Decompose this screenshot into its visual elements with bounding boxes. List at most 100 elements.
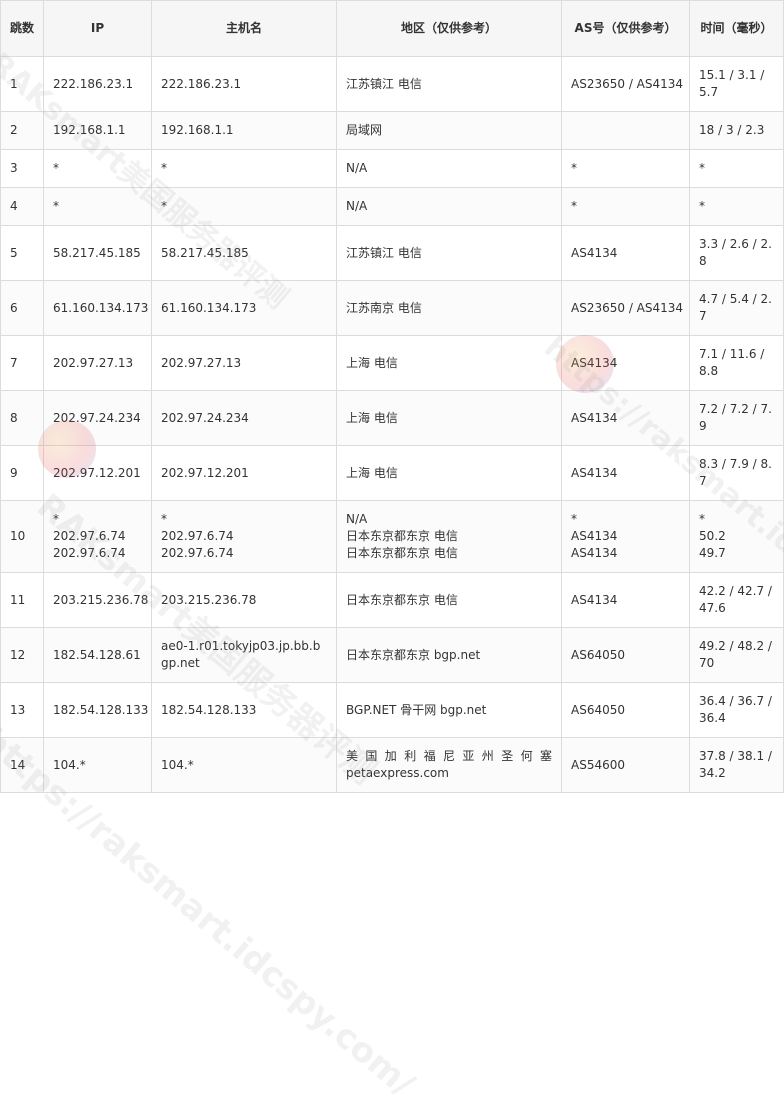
cell-time: 15.1 / 3.1 / 5.7 (689, 56, 784, 112)
col-header-ip: IP (43, 0, 152, 57)
cell-time: 7.1 / 11.6 / 8.8 (689, 335, 784, 391)
cell-region-line: N/A (346, 161, 368, 175)
cell-region-line: N/A (346, 512, 368, 526)
cell-asn-line: AS4134 (571, 529, 618, 543)
cell-asn: * AS4134 AS4134 (561, 500, 690, 573)
cell-hop: 9 (0, 445, 44, 501)
cell-time: 8.3 / 7.9 / 8.7 (689, 445, 784, 501)
cell-hostname-line: 202.97.12.201 (161, 465, 249, 480)
cell-hostname-line: ae0-1.r01.tokyjp03.jp.bb.bgp.net (161, 639, 321, 670)
cell-region-line: 日本东京都东京 电信 (346, 529, 458, 543)
cell-asn-line: AS4134 (571, 355, 618, 370)
table-row: 1 222.186.23.1 222.186.23.1 江苏镇江 电信 AS23650 … (0, 56, 784, 112)
cell-region: 江苏镇江 电信 (336, 225, 562, 281)
cell-hop: 7 (0, 335, 44, 391)
cell-region-line: 美 国 加 利 福 尼 亚 州 圣 何 塞 (346, 749, 552, 763)
cell-region-line: BGP.NET 骨干网 bgp.net (346, 702, 487, 717)
cell-hostname: 203.215.236.78 (151, 572, 337, 628)
cell-asn: AS64050 (561, 682, 690, 738)
cell-region: 局域网 (336, 111, 562, 150)
col-header-hop: 跳数 (0, 0, 44, 57)
cell-ip-line: 192.168.1.1 (53, 123, 126, 137)
cell-asn: AS23650 / AS4134 (561, 56, 690, 112)
col-header-hostname: 主机名 (151, 0, 337, 57)
cell-ip: 202.97.12.201 (43, 445, 152, 501)
cell-time: 4.7 / 5.4 / 2.7 (689, 280, 784, 336)
cell-region: N/A (336, 187, 562, 226)
cell-region: 日本东京都东京 电信 (336, 572, 562, 628)
cell-hostname: 104.* (151, 737, 337, 793)
cell-ip: * 202.97.6.74 202.97.6.74 (43, 500, 152, 573)
cell-hostname: 202.97.27.13 (151, 335, 337, 391)
col-header-region: 地区（仅供参考） (336, 0, 562, 57)
cell-hostname-line: 104.* (161, 757, 194, 772)
cell-time: * (689, 187, 784, 226)
cell-time-line: 7.1 / 11.6 / 8.8 (699, 347, 765, 378)
cell-hop: 6 (0, 280, 44, 336)
cell-time: 18 / 3 / 2.3 (689, 111, 784, 150)
cell-asn: * (561, 187, 690, 226)
cell-region: 日本东京都东京 bgp.net (336, 627, 562, 683)
cell-ip-line: 58.217.45.185 (53, 245, 141, 260)
cell-region-line: 局域网 (346, 123, 383, 137)
cell-hop: 11 (0, 572, 44, 628)
cell-asn: AS4134 (561, 225, 690, 281)
cell-asn-line: AS64050 (571, 702, 625, 717)
cell-ip-line: 202.97.6.74 (53, 546, 126, 560)
cell-asn: AS4134 (561, 572, 690, 628)
cell-hop: 3 (0, 149, 44, 188)
cell-ip-line: 202.97.6.74 (53, 529, 126, 543)
cell-ip-line: 222.186.23.1 (53, 76, 134, 91)
cell-hostname-line: 182.54.128.133 (161, 702, 257, 717)
cell-time: 7.2 / 7.2 / 7.9 (689, 390, 784, 446)
cell-hostname: * (151, 149, 337, 188)
cell-time-line: 36.4 / 36.7 / 36.4 (699, 694, 772, 725)
cell-hostname: 202.97.12.201 (151, 445, 337, 501)
cell-ip: 182.54.128.133 (43, 682, 152, 738)
cell-region-line: N/A (346, 199, 368, 213)
cell-ip: 61.160.134.173 (43, 280, 152, 336)
cell-region: 上海 电信 (336, 445, 562, 501)
cell-hop: 10 (0, 500, 44, 573)
cell-hop: 4 (0, 187, 44, 226)
cell-time-line: 18 / 3 / 2.3 (699, 123, 765, 137)
cell-region-line: 江苏南京 电信 (346, 300, 422, 315)
cell-asn: AS54600 (561, 737, 690, 793)
cell-asn: AS4134 (561, 335, 690, 391)
table-row: 5 58.217.45.185 58.217.45.185 江苏镇江 电信 AS4134… (0, 225, 784, 281)
table-row: 7 202.97.27.13 202.97.27.13 上海 电信 AS4134 7.1 … (0, 335, 784, 391)
cell-time-line: 49.2 / 48.2 / 70 (699, 639, 772, 670)
cell-asn-line: AS4134 (571, 592, 618, 607)
cell-region: BGP.NET 骨干网 bgp.net (336, 682, 562, 738)
cell-ip-line: 182.54.128.61 (53, 647, 141, 662)
cell-ip: 192.168.1.1 (43, 111, 152, 150)
cell-hop: 14 (0, 737, 44, 793)
cell-asn-line: AS4134 (571, 410, 618, 425)
cell-hostname-line: 192.168.1.1 (161, 123, 234, 137)
cell-asn-line: AS23650 / AS4134 (571, 300, 684, 315)
cell-asn-line: AS4134 (571, 465, 618, 480)
cell-asn: AS4134 (561, 390, 690, 446)
cell-time-line: 8.3 / 7.9 / 8.7 (699, 457, 772, 488)
cell-hop: 13 (0, 682, 44, 738)
cell-region-line: 日本东京都东京 电信 (346, 546, 458, 560)
cell-time-line: 49.7 (699, 546, 726, 560)
cell-asn-line: AS64050 (571, 647, 625, 662)
cell-hostname: * (151, 187, 337, 226)
table-body: 1 222.186.23.1 222.186.23.1 江苏镇江 电信 AS23650 … (0, 56, 784, 793)
cell-time-line: 42.2 / 42.7 / 47.6 (699, 584, 772, 615)
cell-hostname-line: 202.97.6.74 (161, 546, 234, 560)
col-header-asn: AS号（仅供参考） (561, 0, 690, 57)
cell-ip-line: 203.215.236.78 (53, 592, 149, 607)
cell-hostname-line: * (161, 512, 167, 526)
cell-hostname-line: 202.97.24.234 (161, 410, 249, 425)
cell-asn (561, 111, 690, 150)
cell-hostname: 222.186.23.1 (151, 56, 337, 112)
cell-region: 江苏南京 电信 (336, 280, 562, 336)
cell-time-line: 7.2 / 7.2 / 7.9 (699, 402, 772, 433)
cell-hostname: 58.217.45.185 (151, 225, 337, 281)
cell-asn: AS4134 (561, 445, 690, 501)
cell-hostname-line: 203.215.236.78 (161, 592, 257, 607)
cell-asn: AS23650 / AS4134 (561, 280, 690, 336)
cell-region: 上海 电信 (336, 335, 562, 391)
